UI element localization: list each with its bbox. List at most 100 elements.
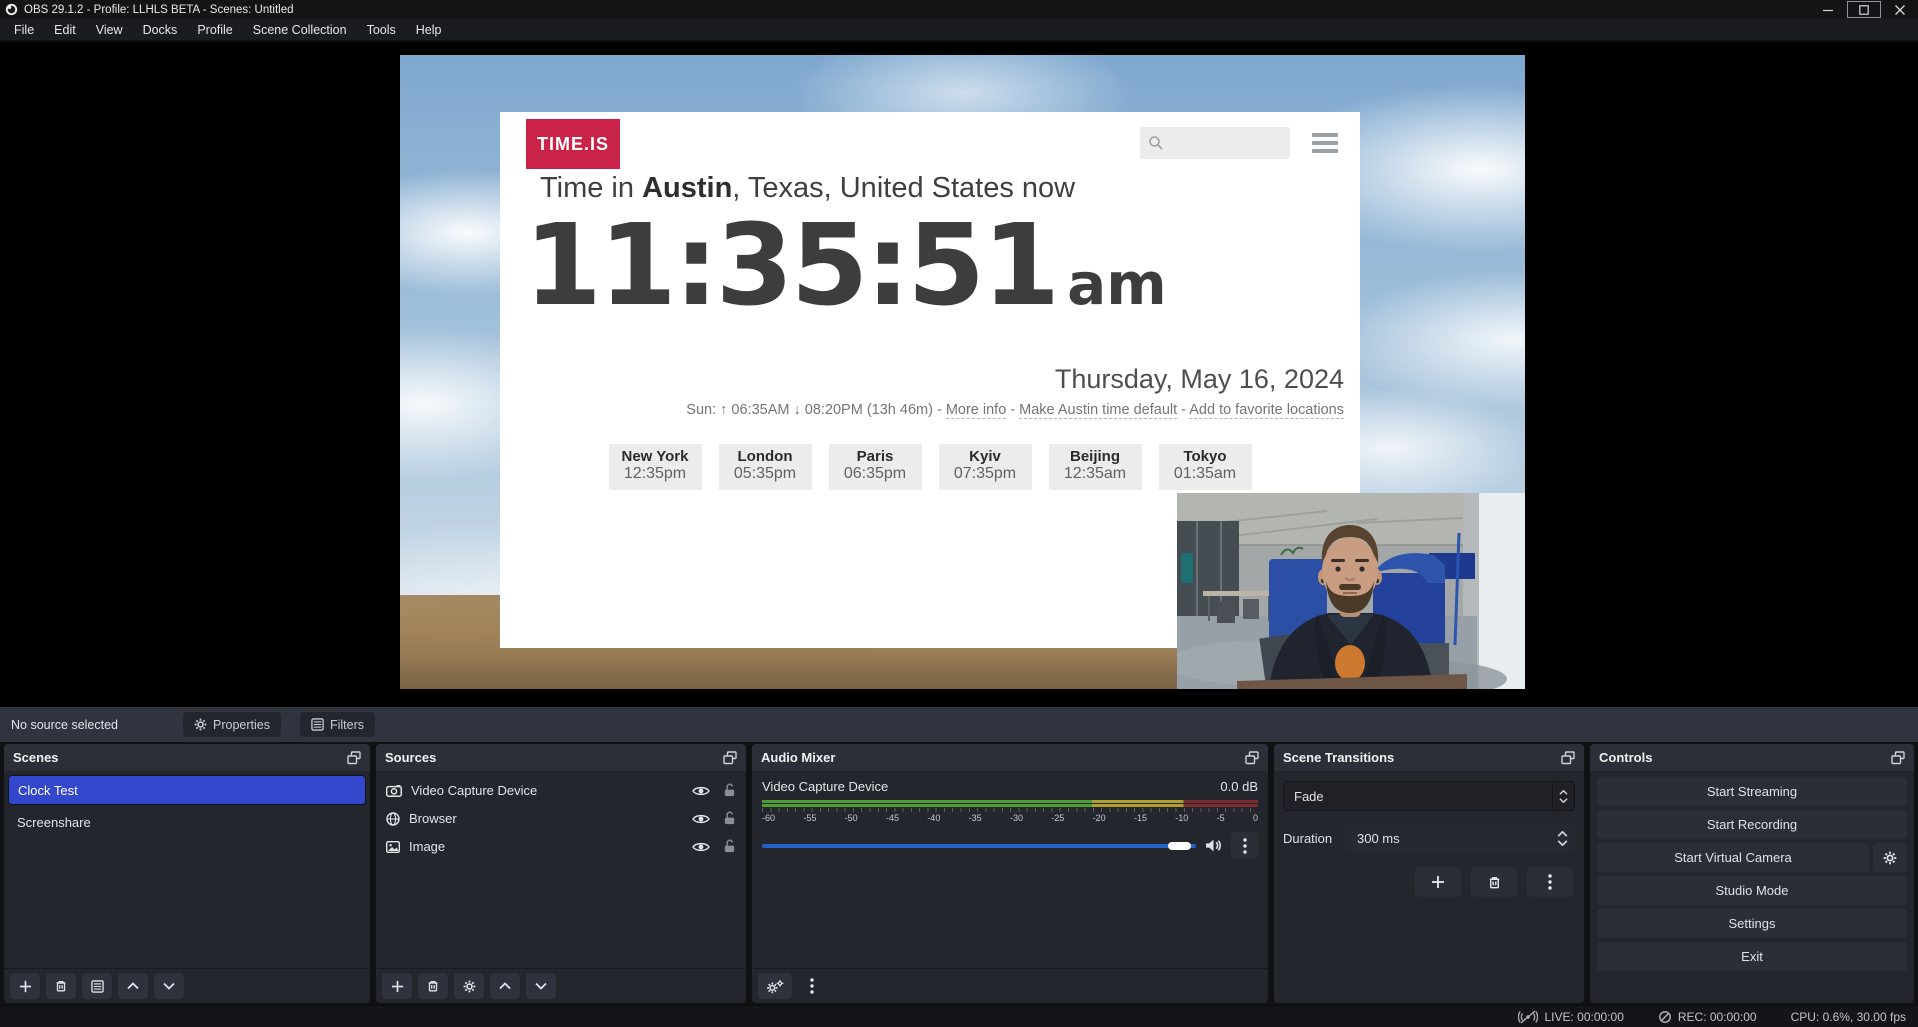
audio-mixer-title: Audio Mixer xyxy=(761,750,835,765)
menu-bar: File Edit View Docks Profile Scene Colle… xyxy=(0,19,1918,41)
advanced-audio-button[interactable] xyxy=(758,973,792,999)
mixer-channel-menu-button[interactable] xyxy=(1231,832,1258,859)
mixer-menu-button[interactable] xyxy=(798,973,826,999)
trash-icon xyxy=(54,979,68,993)
globe-icon xyxy=(386,812,400,826)
eye-icon[interactable] xyxy=(692,841,710,853)
live-status: LIVE: 00:00:00 xyxy=(1518,1010,1623,1024)
city-beijing: Beijing12:35am xyxy=(1049,444,1142,490)
menu-tools[interactable]: Tools xyxy=(357,19,406,40)
scenes-title: Scenes xyxy=(13,750,59,765)
source-item-video-capture[interactable]: Video Capture Device xyxy=(376,778,746,803)
menu-docks[interactable]: Docks xyxy=(133,19,188,40)
record-inactive-icon xyxy=(1658,1010,1672,1024)
add-transition-button[interactable] xyxy=(1415,867,1461,897)
popout-icon[interactable] xyxy=(1891,751,1905,765)
city-paris: Paris06:35pm xyxy=(829,444,922,490)
city-kyiv: Kyiv07:35pm xyxy=(939,444,1032,490)
eye-icon[interactable] xyxy=(692,813,710,825)
camera-icon xyxy=(386,785,402,797)
source-down-button[interactable] xyxy=(526,973,556,999)
scene-down-button[interactable] xyxy=(154,973,184,999)
obs-logo-icon xyxy=(5,3,18,16)
properties-button[interactable]: Properties xyxy=(183,712,281,737)
scene-filters-button[interactable] xyxy=(82,973,112,999)
timeis-logo: TIME.IS xyxy=(526,119,620,169)
popout-icon[interactable] xyxy=(1561,751,1575,765)
scene-item-screenshare[interactable]: Screenshare xyxy=(8,809,366,835)
popout-icon[interactable] xyxy=(1245,751,1259,765)
scene-item-clock-test[interactable]: Clock Test xyxy=(8,775,366,805)
volume-meter: -60-55-50-45-40-35-30-25-20-15-10-50 xyxy=(762,800,1258,823)
menu-scene-collection[interactable]: Scene Collection xyxy=(243,19,357,40)
minimize-button[interactable] xyxy=(1810,0,1846,19)
chevron-down-icon xyxy=(163,982,175,990)
gear-icon xyxy=(194,718,207,731)
duration-label: Duration xyxy=(1283,831,1345,846)
trash-icon xyxy=(426,979,440,993)
source-up-button[interactable] xyxy=(490,973,520,999)
timeis-sun-line: Sun: ↑ 06:35AM ↓ 08:20PM (13h 46m) - Mor… xyxy=(686,402,1344,418)
lock-open-icon[interactable] xyxy=(723,839,736,854)
sources-title: Sources xyxy=(385,750,436,765)
transition-properties-button[interactable] xyxy=(1527,867,1573,897)
make-default-link: Make Austin time default xyxy=(1019,402,1177,419)
filters-icon xyxy=(91,980,104,993)
maximize-button[interactable] xyxy=(1846,0,1882,19)
clock-meridiem: am xyxy=(1067,250,1167,318)
virtual-camera-settings-button[interactable] xyxy=(1873,843,1907,872)
volume-slider[interactable] xyxy=(762,839,1196,853)
add-scene-button[interactable] xyxy=(10,973,40,999)
popout-icon[interactable] xyxy=(723,751,737,765)
clock-digits: 11:35:51 xyxy=(524,201,1057,331)
lock-open-icon[interactable] xyxy=(723,783,736,798)
start-virtual-camera-button[interactable]: Start Virtual Camera xyxy=(1597,843,1869,872)
popout-icon[interactable] xyxy=(347,751,361,765)
double-gear-icon xyxy=(766,979,784,994)
menu-view[interactable]: View xyxy=(86,19,133,40)
mixer-channel-name: Video Capture Device xyxy=(762,779,888,794)
timeis-clock: 11:35:51am xyxy=(524,210,1336,322)
speaker-icon[interactable] xyxy=(1205,838,1222,853)
lock-open-icon[interactable] xyxy=(723,811,736,826)
webcam-video-content xyxy=(1177,493,1525,689)
remove-scene-button[interactable] xyxy=(46,973,76,999)
chevron-down-icon[interactable] xyxy=(1557,840,1568,846)
webcam-overlay[interactable] xyxy=(1177,493,1525,689)
start-streaming-button[interactable]: Start Streaming xyxy=(1597,777,1907,806)
scene-transitions-dock: Scene Transitions Fade Duration 300 ms xyxy=(1274,744,1584,1003)
exit-button[interactable]: Exit xyxy=(1597,942,1907,971)
plus-icon xyxy=(19,980,32,993)
remove-source-button[interactable] xyxy=(418,973,448,999)
selected-source-toolbar: No source selected Properties Filters xyxy=(0,707,1918,742)
menu-file[interactable]: File xyxy=(4,19,44,40)
studio-mode-button[interactable]: Studio Mode xyxy=(1597,876,1907,905)
dock-area: Scenes Clock Test Screenshare Sources Vi… xyxy=(0,742,1918,1005)
chevron-up-icon[interactable] xyxy=(1557,831,1568,837)
menu-edit[interactable]: Edit xyxy=(44,19,86,40)
transitions-title: Scene Transitions xyxy=(1283,750,1394,765)
transition-select[interactable]: Fade xyxy=(1283,781,1575,811)
filters-button[interactable]: Filters xyxy=(300,712,375,737)
filters-icon xyxy=(311,718,324,731)
menu-profile[interactable]: Profile xyxy=(187,19,242,40)
transition-select-spinner[interactable] xyxy=(1552,782,1574,810)
mixer-level-db: 0.0 dB xyxy=(1220,779,1258,794)
audio-mixer-dock: Audio Mixer Video Capture Device 0.0 dB … xyxy=(752,744,1268,1003)
menu-help[interactable]: Help xyxy=(406,19,452,40)
duration-spinbox[interactable]: 300 ms xyxy=(1345,823,1575,853)
remove-transition-button[interactable] xyxy=(1471,867,1517,897)
add-source-button[interactable] xyxy=(382,973,412,999)
volume-slider-handle[interactable] xyxy=(1168,842,1191,850)
start-recording-button[interactable]: Start Recording xyxy=(1597,810,1907,839)
stream-inactive-icon xyxy=(1518,1010,1538,1024)
scene-up-button[interactable] xyxy=(118,973,148,999)
dots-vertical-icon xyxy=(1243,838,1247,854)
program-canvas[interactable]: TIME.IS Time in Austin, Texas, United St… xyxy=(400,55,1525,689)
close-button[interactable] xyxy=(1882,0,1918,19)
settings-button[interactable]: Settings xyxy=(1597,909,1907,938)
eye-icon[interactable] xyxy=(692,785,710,797)
source-item-image[interactable]: Image xyxy=(376,834,746,859)
source-properties-button[interactable] xyxy=(454,973,484,999)
source-item-browser[interactable]: Browser xyxy=(376,806,746,831)
